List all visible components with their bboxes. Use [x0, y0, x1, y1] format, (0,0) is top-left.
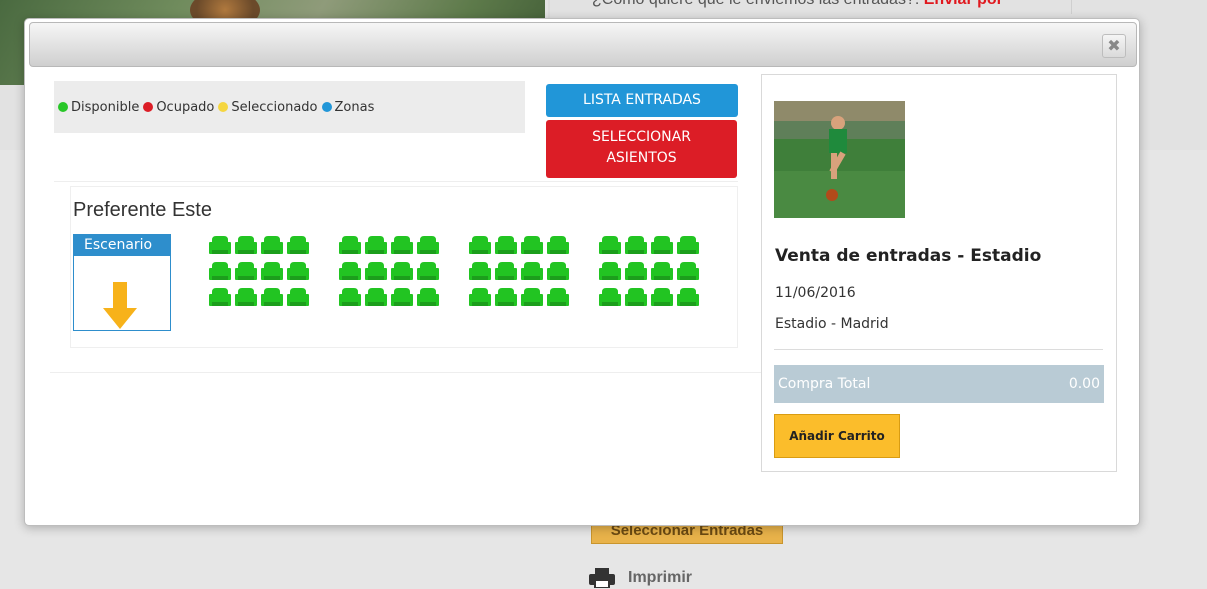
event-title: Venta de entradas - Estadio — [775, 246, 1042, 266]
seat-available-icon[interactable] — [495, 287, 517, 307]
seat-available-icon[interactable] — [521, 261, 543, 281]
add-to-cart-button[interactable]: Añadir Carrito — [774, 414, 900, 458]
seat-available-icon[interactable] — [651, 261, 673, 281]
seat-available-icon[interactable] — [287, 235, 309, 255]
event-date: 11/06/2016 — [775, 285, 856, 301]
seat-available-icon[interactable] — [495, 235, 517, 255]
seat-selection-modal: ✖ Disponible Ocupado Seleccionado Zonas … — [24, 18, 1140, 526]
ticket-list-button[interactable]: LISTA ENTRADAS — [546, 84, 738, 117]
delivery-question: ¿Cómo quiere que le enviemos las entrada… — [592, 0, 1003, 9]
total-value: 0.00 — [1068, 376, 1100, 392]
seat-available-icon[interactable] — [365, 261, 387, 281]
total-bar: Compra Total 0.00 — [774, 365, 1104, 403]
occupied-dot-icon — [143, 102, 154, 112]
seat-available-icon[interactable] — [365, 235, 387, 255]
seat-available-icon[interactable] — [469, 261, 491, 281]
close-button[interactable]: ✖ — [1102, 34, 1126, 58]
seat-available-icon[interactable] — [209, 287, 231, 307]
seat-available-icon[interactable] — [677, 261, 699, 281]
seat-available-icon[interactable] — [625, 287, 647, 307]
zone-title: Preferente Este — [73, 199, 212, 221]
seat-available-icon[interactable] — [547, 235, 569, 255]
seat-available-icon[interactable] — [469, 235, 491, 255]
seat-available-icon[interactable] — [391, 261, 413, 281]
legend-zones: Zonas — [321, 99, 375, 115]
print-label: Imprimir — [628, 569, 693, 586]
select-seats-label-line1: SELECCIONAR — [592, 129, 691, 145]
divider — [774, 349, 1103, 350]
zones-dot-icon — [321, 102, 332, 112]
legend-label: Seleccionado — [231, 99, 318, 115]
arrow-down-icon — [103, 282, 137, 329]
seat-available-icon[interactable] — [469, 287, 491, 307]
legend-available: Disponible — [58, 100, 139, 115]
seat-available-icon[interactable] — [339, 235, 361, 255]
stage-box: Escenario — [73, 234, 171, 331]
seat-available-icon[interactable] — [599, 287, 621, 307]
event-location: Estadio - Madrid — [775, 316, 889, 332]
legend-occupied: Ocupado — [143, 100, 214, 115]
seat-available-icon[interactable] — [261, 287, 283, 307]
seat-available-icon[interactable] — [677, 287, 699, 307]
seat-available-icon[interactable] — [287, 287, 309, 307]
legend-label: Ocupado — [156, 99, 215, 115]
seating-zone: Preferente Este Escenario — [70, 186, 738, 348]
stage-label: Escenario — [74, 235, 170, 256]
seat-block — [339, 235, 439, 313]
seat-available-icon[interactable] — [651, 235, 673, 255]
divider — [50, 372, 762, 373]
seat-available-icon[interactable] — [547, 261, 569, 281]
seat-available-icon[interactable] — [209, 235, 231, 255]
seat-available-icon[interactable] — [261, 235, 283, 255]
seat-available-icon[interactable] — [521, 287, 543, 307]
seat-available-icon[interactable] — [417, 287, 439, 307]
print-link[interactable]: Imprimir — [588, 568, 692, 588]
seat-available-icon[interactable] — [339, 261, 361, 281]
seat-available-icon[interactable] — [495, 261, 517, 281]
seat-block — [469, 235, 569, 313]
seat-available-icon[interactable] — [417, 235, 439, 255]
seat-available-icon[interactable] — [235, 261, 257, 281]
legend-label: Disponible — [71, 99, 140, 115]
divider — [54, 181, 738, 182]
seat-available-icon[interactable] — [287, 261, 309, 281]
seat-available-icon[interactable] — [625, 235, 647, 255]
seat-available-icon[interactable] — [651, 287, 673, 307]
seat-available-icon[interactable] — [261, 261, 283, 281]
seat-available-icon[interactable] — [391, 235, 413, 255]
seat-block — [599, 235, 699, 313]
select-seats-button[interactable]: SELECCIONAR ASIENTOS — [546, 120, 737, 178]
selected-dot-icon — [218, 102, 229, 112]
seat-available-icon[interactable] — [339, 287, 361, 307]
event-summary-panel: Venta de entradas - Estadio 11/06/2016 E… — [761, 74, 1117, 472]
seat-available-icon[interactable] — [677, 235, 699, 255]
seat-available-icon[interactable] — [521, 235, 543, 255]
legend-label: Zonas — [334, 99, 375, 115]
seat-available-icon[interactable] — [365, 287, 387, 307]
seat-available-icon[interactable] — [391, 287, 413, 307]
seat-available-icon[interactable] — [599, 261, 621, 281]
divider — [1071, 0, 1072, 14]
delivery-option-link[interactable]: Enviar por — [924, 0, 1003, 8]
seat-block — [209, 235, 309, 313]
available-dot-icon — [58, 102, 68, 112]
seat-legend: Disponible Ocupado Seleccionado Zonas — [54, 81, 525, 133]
seat-available-icon[interactable] — [235, 287, 257, 307]
seat-available-icon[interactable] — [209, 261, 231, 281]
total-label: Compra Total — [778, 376, 871, 392]
printer-icon — [589, 568, 615, 588]
delivery-question-text: ¿Cómo quiere que le enviemos las entrada… — [592, 0, 919, 8]
seat-available-icon[interactable] — [625, 261, 647, 281]
seat-available-icon[interactable] — [547, 287, 569, 307]
modal-header: ✖ — [29, 22, 1137, 67]
legend-selected: Seleccionado — [218, 99, 318, 115]
event-image — [774, 101, 905, 218]
seat-available-icon[interactable] — [599, 235, 621, 255]
seat-available-icon[interactable] — [235, 235, 257, 255]
seat-available-icon[interactable] — [417, 261, 439, 281]
select-seats-label-line2: ASIENTOS — [606, 150, 677, 166]
